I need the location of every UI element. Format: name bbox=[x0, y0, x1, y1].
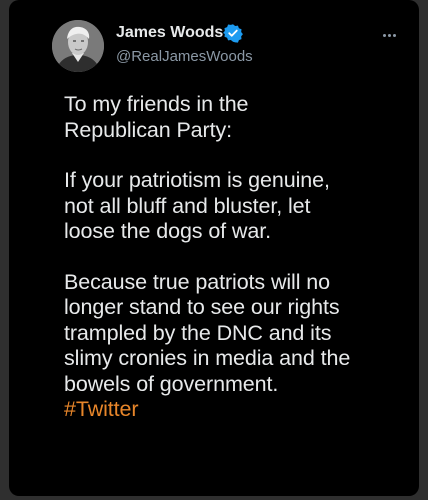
tweet-line: To my friends in the bbox=[64, 92, 249, 116]
tweet-paragraph-3: Because true patriots will no longer sta… bbox=[64, 270, 414, 423]
tweet-line: slimy cronies in media and the bbox=[64, 346, 351, 370]
tweet-paragraph-2: If your patriotism is genuine, not all b… bbox=[64, 168, 414, 245]
tweet-line: loose the dogs of war. bbox=[64, 219, 271, 243]
avatar[interactable] bbox=[52, 20, 104, 72]
tweet-line: Republican Party: bbox=[64, 117, 233, 142]
verified-badge-icon bbox=[223, 24, 243, 43]
tweet-line: If your patriotism is genuine, bbox=[64, 168, 330, 192]
tweet-line: trampled by the DNC and its bbox=[64, 320, 332, 345]
author-display-name[interactable]: James Woods bbox=[116, 24, 223, 42]
tweet-line: Because true patriots will no bbox=[64, 269, 330, 294]
tweet-text: To my friends in the Republican Party: I… bbox=[64, 92, 414, 423]
author-handle[interactable]: @RealJamesWoods bbox=[116, 48, 253, 65]
tweet-card: James Woods @RealJamesWoods To my friend… bbox=[9, 0, 419, 496]
more-options-icon[interactable] bbox=[377, 30, 401, 42]
avatar-photo bbox=[52, 20, 104, 72]
tweet-line: bowels of government. bbox=[64, 371, 279, 396]
hashtag-link[interactable]: #Twitter bbox=[64, 397, 139, 421]
tweet-line: longer stand to see our rights bbox=[64, 295, 340, 319]
tweet-paragraph-1: To my friends in the Republican Party: bbox=[64, 92, 414, 143]
tweet-line: not all bluff and bluster, let bbox=[64, 193, 311, 218]
